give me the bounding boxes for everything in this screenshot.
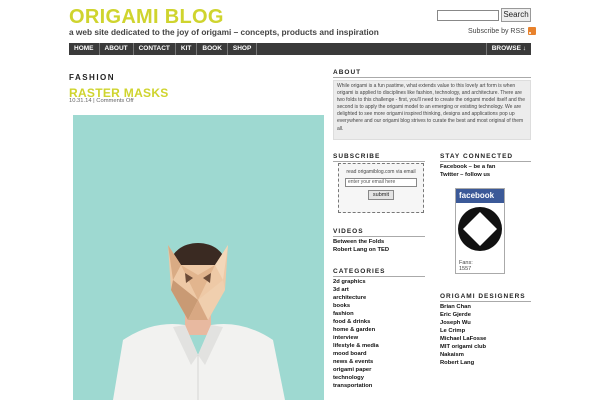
search-button[interactable]: Search [501, 8, 531, 22]
nav-book[interactable]: BOOK [197, 43, 228, 55]
designer-link[interactable]: MIT origami club [440, 343, 486, 351]
nav-about[interactable]: ABOUT [100, 43, 134, 55]
category-link[interactable]: 3d art [333, 286, 349, 294]
rss-link[interactable]: Subscribe by RSS [468, 27, 536, 35]
about-text: While origami is a fun pastime, what ext… [333, 80, 531, 140]
category-link[interactable]: home & garden [333, 326, 375, 334]
category-link[interactable]: fashion [333, 310, 354, 318]
facebook-logo: facebook [456, 189, 504, 203]
subscribe-box: read origamiblog.com via email enter you… [338, 163, 424, 213]
designer-link[interactable]: Michael LaFosse [440, 335, 486, 343]
stay-connected-heading: STAY CONNECTED [440, 153, 531, 162]
search-input[interactable] [437, 10, 499, 21]
post-image[interactable] [73, 115, 324, 400]
nav-home[interactable]: HOME [69, 43, 100, 55]
post-category[interactable]: FASHION [69, 73, 115, 82]
designer-link[interactable]: Eric Gjerde [440, 311, 471, 319]
about-heading: ABOUT [333, 69, 531, 78]
site-title[interactable]: ORIGAMI BLOG [69, 6, 224, 29]
designer-link[interactable]: Robert Lang [440, 359, 474, 367]
category-link[interactable]: transportation [333, 382, 372, 390]
video-link[interactable]: Robert Lang on TED [333, 246, 389, 254]
category-link[interactable]: technology [333, 374, 364, 382]
category-link[interactable]: origami paper [333, 366, 371, 374]
category-link[interactable]: interview [333, 334, 358, 342]
category-link[interactable]: books [333, 302, 350, 310]
site-tagline: a web site dedicated to the joy of origa… [69, 27, 379, 37]
videos-heading: VIDEOS [333, 228, 425, 237]
nav-contact[interactable]: CONTACT [134, 43, 176, 55]
designer-link[interactable]: Joseph Wu [440, 319, 471, 327]
designer-link[interactable]: Le Crimp [440, 327, 465, 335]
facebook-fans-count: 1557 [459, 266, 472, 272]
origami-logo-icon [458, 207, 502, 251]
facebook-link[interactable]: Facebook – be a fan [440, 163, 495, 171]
subscribe-submit-button[interactable]: submit [368, 190, 394, 200]
facebook-widget[interactable]: facebook Fans: 1557 [455, 188, 505, 274]
category-link[interactable]: news & events [333, 358, 373, 366]
mask-illustration [73, 115, 324, 400]
designer-link[interactable]: Nakaism [440, 351, 464, 359]
nav-kit[interactable]: KIT [176, 43, 198, 55]
subscribe-email-input[interactable]: enter your email here [345, 178, 417, 187]
categories-heading: CATEGORIES [333, 268, 425, 277]
rss-label: Subscribe by RSS [468, 27, 525, 35]
nav-browse[interactable]: BROWSE ↓ [485, 43, 531, 55]
rss-icon [527, 27, 536, 35]
subscribe-heading: SUBSCRIBE [333, 153, 425, 162]
designer-link[interactable]: Brian Chan [440, 303, 471, 311]
main-nav: HOME ABOUT CONTACT KIT BOOK SHOP BROWSE … [69, 43, 531, 55]
post-meta: 10.31.14 | Comments Off [69, 98, 134, 104]
category-link[interactable]: 2d graphics [333, 278, 366, 286]
nav-shop[interactable]: SHOP [228, 43, 258, 55]
category-link[interactable]: architecture [333, 294, 366, 302]
category-link[interactable]: mood board [333, 350, 367, 358]
designers-heading: ORIGAMI DESIGNERS [440, 293, 531, 302]
twitter-link[interactable]: Twitter – follow us [440, 171, 490, 179]
subscribe-text: read origamiblog.com via email [346, 169, 416, 175]
category-link[interactable]: food & drinks [333, 318, 370, 326]
video-link[interactable]: Between the Folds [333, 238, 384, 246]
category-link[interactable]: lifestyle & media [333, 342, 379, 350]
